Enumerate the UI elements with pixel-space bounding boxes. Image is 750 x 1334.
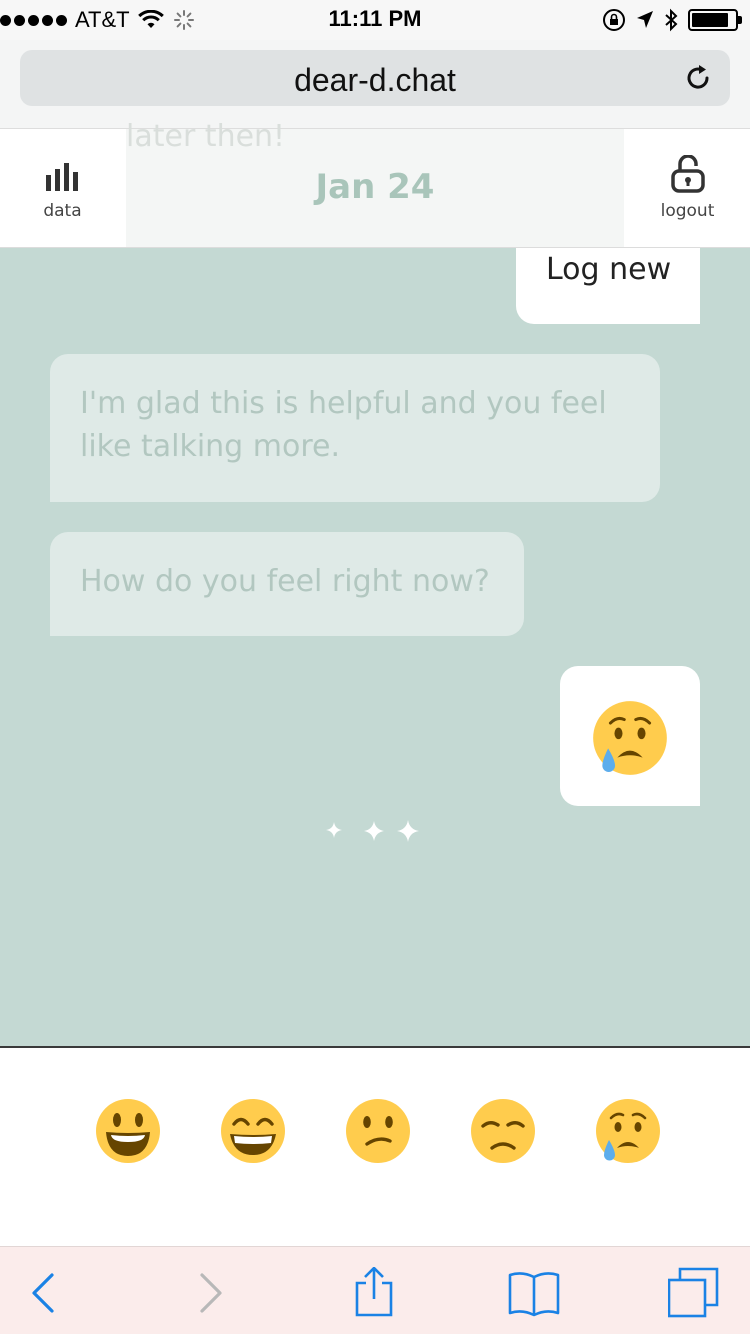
- data-label: data: [43, 201, 82, 221]
- reload-icon[interactable]: [682, 62, 714, 94]
- mood-picker: [0, 1046, 750, 1246]
- unlock-icon: [670, 155, 705, 193]
- bookmarks-icon[interactable]: [508, 1267, 560, 1319]
- page-title: Jan 24: [315, 167, 435, 207]
- crying-face-icon: [593, 701, 667, 775]
- bot-message: I'm glad this is helpful and you feel li…: [50, 354, 660, 502]
- url-text[interactable]: dear-d.chat: [20, 62, 730, 99]
- status-right: [602, 8, 742, 32]
- log-new-message[interactable]: Log new: [516, 248, 700, 324]
- bluetooth-icon: [665, 8, 678, 32]
- back-icon[interactable]: [18, 1267, 70, 1319]
- data-button[interactable]: data: [0, 129, 125, 247]
- orientation-lock-icon: [603, 9, 625, 31]
- tabs-icon[interactable]: [668, 1267, 720, 1319]
- logout-button[interactable]: logout: [625, 129, 750, 247]
- battery-icon: [688, 9, 742, 31]
- browser-chrome: dear-d.chat: [0, 40, 750, 128]
- address-bar[interactable]: dear-d.chat: [20, 50, 730, 106]
- user-emoji-message: [560, 666, 700, 806]
- share-icon[interactable]: [348, 1267, 400, 1319]
- confused-face-icon[interactable]: [345, 1098, 411, 1164]
- chat-area[interactable]: Log new I'm glad this is helpful and you…: [0, 248, 750, 1046]
- app-header: later then! data Jan 24 logout: [0, 119, 750, 248]
- grinning-face-icon[interactable]: [220, 1098, 286, 1164]
- location-icon: [637, 11, 653, 28]
- logout-label: logout: [660, 201, 715, 221]
- status-bar: AT&T 11:11 PM: [0, 0, 750, 40]
- bot-message: How do you feel right now?: [50, 532, 524, 636]
- sparkles-icon: [326, 820, 419, 842]
- smiley-face-icon[interactable]: [95, 1098, 161, 1164]
- crying-face-icon[interactable]: [595, 1098, 661, 1164]
- browser-toolbar: [0, 1246, 750, 1334]
- unamused-face-icon[interactable]: [470, 1098, 536, 1164]
- scrolled-message-ghost: later then!: [126, 119, 286, 154]
- bar-chart-icon: [45, 163, 78, 191]
- forward-icon[interactable]: [184, 1267, 236, 1319]
